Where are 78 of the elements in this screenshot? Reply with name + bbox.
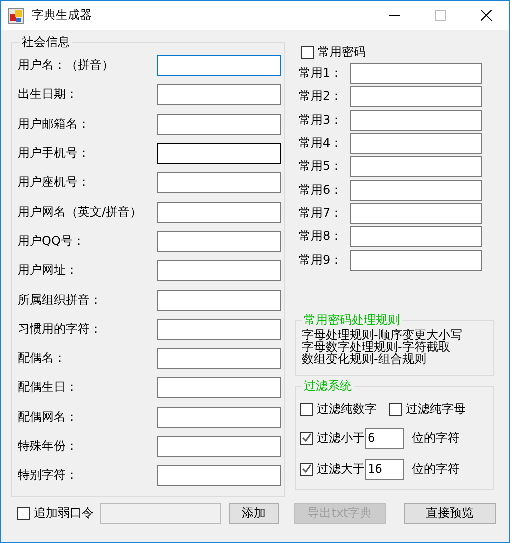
length-field[interactable]: 16: [365, 458, 404, 480]
input-field[interactable]: [157, 436, 281, 457]
group-title: 过滤系统: [303, 378, 353, 395]
input-field[interactable]: [157, 172, 281, 194]
input-field[interactable]: [157, 84, 281, 106]
field-label: 用户座机号：: [18, 174, 91, 192]
suffix-label: 位的字符: [412, 460, 461, 478]
field-label: 常用6：: [299, 182, 344, 199]
field-label: 用户邮箱名：: [18, 116, 91, 133]
field-label: 所属组织拼音：: [18, 292, 103, 309]
group-title: 社会信息: [21, 34, 71, 51]
field-label: 常用8：: [299, 228, 344, 246]
checkbox[interactable]: [301, 46, 314, 58]
rule-text: 字母处理规则-顺序变更大小写: [302, 328, 464, 341]
field-label: 用户网址：: [18, 262, 79, 280]
field-label: 常用9：: [299, 252, 344, 269]
rule-text: 数组变化规则-组合规则: [302, 352, 426, 365]
field-label: 配偶网名：: [18, 408, 79, 426]
input-field[interactable]: [157, 377, 281, 398]
input-field[interactable]: [350, 226, 482, 248]
weak-password-checkbox[interactable]: 追加弱口令: [17, 505, 94, 522]
field-label: 用户名：（拼音）: [18, 57, 115, 74]
filter-checkbox[interactable]: 过滤大于: [300, 460, 365, 478]
input-field[interactable]: [157, 114, 281, 135]
field-label: 出生日期：: [18, 86, 79, 104]
input-field[interactable]: [350, 156, 482, 178]
field-label: 配偶生日：: [18, 379, 79, 396]
input-field[interactable]: [100, 503, 221, 524]
input-field[interactable]: [157, 406, 281, 428]
input-field[interactable]: [157, 260, 281, 282]
field-label: 常用3：: [299, 112, 344, 129]
input-field[interactable]: [157, 230, 281, 252]
field-label: 常用2：: [299, 88, 344, 106]
group-title: 常用密码处理规则: [303, 312, 401, 328]
checkbox[interactable]: [300, 403, 313, 416]
field-label: 常用1：: [299, 65, 344, 82]
input-field[interactable]: [350, 180, 482, 201]
input-field[interactable]: [157, 202, 281, 223]
maximize-icon: [434, 10, 446, 21]
field-label: 常用5：: [299, 158, 344, 176]
input-field[interactable]: [157, 290, 281, 311]
input-field[interactable]: [350, 86, 482, 108]
input-field[interactable]: [157, 55, 281, 76]
suffix-label: 位的字符: [412, 430, 461, 447]
field-label: 用户手机号：: [18, 145, 91, 162]
checkbox[interactable]: [300, 432, 313, 445]
input-field[interactable]: [157, 348, 281, 370]
close-icon: [480, 10, 492, 21]
checkbox[interactable]: [17, 507, 30, 520]
app-icon: [8, 8, 24, 24]
input-field[interactable]: [157, 318, 281, 340]
field-label: 用户QQ号：: [18, 232, 86, 250]
add-button[interactable]: 添加: [229, 503, 279, 524]
checkbox[interactable]: [300, 462, 313, 476]
input-field[interactable]: [157, 465, 281, 486]
filter-checkbox[interactable]: 过滤纯数字: [300, 401, 377, 418]
field-label: 特别字符：: [18, 467, 79, 484]
input-field[interactable]: [350, 202, 482, 224]
input-field[interactable]: [350, 110, 482, 131]
field-label: 特殊年份：: [18, 438, 79, 455]
field-label: 用户网名（英文/拼音）: [18, 204, 144, 221]
length-field[interactable]: 6: [365, 428, 404, 449]
window-title: 字典生成器: [32, 7, 93, 24]
minimize-icon: [388, 15, 400, 16]
field-label: 习惯用的字符：: [18, 320, 103, 338]
input-field[interactable]: [350, 63, 482, 84]
common-password-checkbox[interactable]: 常用密码: [301, 44, 366, 60]
field-label: 配偶名：: [18, 350, 67, 368]
field-label: 常用4：: [299, 135, 344, 152]
input-field[interactable]: [350, 250, 482, 271]
checkbox[interactable]: [389, 403, 402, 416]
input-field[interactable]: [157, 143, 281, 164]
filter-checkbox[interactable]: 过滤纯字母: [389, 401, 466, 418]
input-field[interactable]: [350, 133, 482, 154]
preview-button[interactable]: 直接预览: [404, 503, 496, 524]
filter-checkbox[interactable]: 过滤小于: [300, 430, 365, 447]
rule-text: 字母数字处理规则-字符截取: [302, 340, 450, 353]
field-label: 常用7：: [299, 204, 344, 222]
